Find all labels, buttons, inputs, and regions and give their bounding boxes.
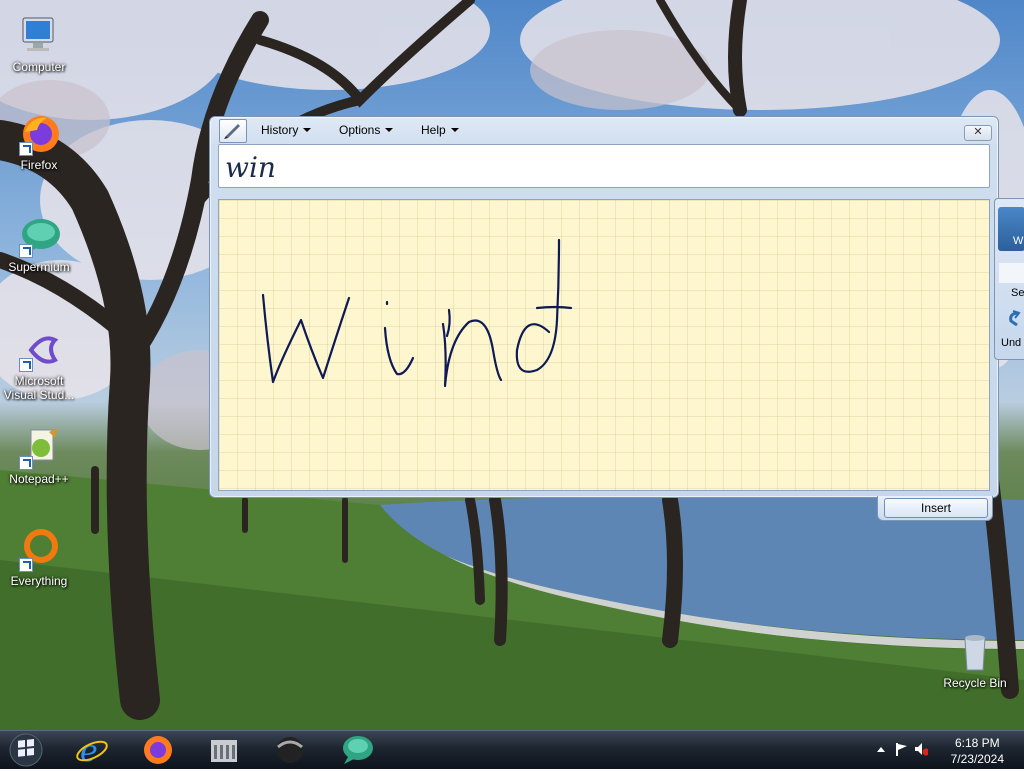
recycle-bin-icon: [953, 630, 997, 674]
writing-pad[interactable]: [218, 199, 990, 491]
volume-muted-icon[interactable]: [914, 742, 928, 756]
supermium-icon: [17, 214, 61, 258]
handwriting-ink: [261, 238, 573, 388]
desktop-icon-label: Firefox: [20, 158, 58, 172]
start-button[interactable]: [6, 732, 46, 768]
close-button[interactable]: ✕: [964, 125, 992, 141]
undo-label[interactable]: Und: [1001, 337, 1021, 349]
clock[interactable]: 6:18 PM 7/23/2024: [951, 735, 1004, 767]
internet-explorer-icon: e: [76, 734, 108, 769]
menu-history-label: History: [261, 123, 299, 137]
menu-options-label: Options: [339, 123, 381, 137]
side-blank-field: [999, 263, 1024, 283]
everything-icon: [17, 528, 61, 572]
desktop-icon-label: Computer: [12, 60, 66, 74]
insert-label: Insert: [920, 501, 951, 515]
menu-options[interactable]: Options: [335, 122, 397, 138]
svg-text:e: e: [80, 734, 98, 767]
chevron-down-icon: [303, 128, 312, 132]
action-center-flag-icon[interactable]: [894, 742, 908, 756]
input-panel-window: History Options Help ✕ win: [209, 116, 999, 498]
taskbar-supermium[interactable]: [330, 733, 382, 767]
clock-date: 7/23/2024: [950, 752, 1004, 766]
system-tray: 6:18 PM 7/23/2024: [864, 731, 1024, 769]
taskbar-firefox[interactable]: [132, 733, 184, 767]
input-panel-side-toolbar: W Se Und: [994, 198, 1024, 360]
menu-help-label: Help: [421, 123, 446, 137]
menu-help[interactable]: Help: [417, 122, 463, 138]
desktop-icon-computer[interactable]: Computer: [1, 14, 77, 74]
pen-tool-button[interactable]: [219, 119, 247, 143]
close-icon: ✕: [973, 126, 983, 138]
side-se-label[interactable]: Se: [1011, 287, 1024, 299]
insert-tab: Insert: [877, 496, 993, 521]
recognized-text-preview[interactable]: win: [218, 144, 990, 188]
pen-icon: [224, 124, 240, 139]
supermium-icon: [343, 736, 373, 764]
desktop-icon-supermium[interactable]: Supermium: [1, 214, 77, 274]
desktop-icon-everything[interactable]: Everything: [1, 528, 77, 588]
clock-time: 6:18 PM: [954, 736, 1000, 750]
desktop-icon-notepadpp[interactable]: Notepad++: [1, 426, 77, 486]
library-icon: [211, 740, 237, 762]
desktop-icon-label: Recycle Bin: [943, 676, 1007, 690]
word-mode-label: W: [1013, 235, 1024, 247]
taskbar-ie[interactable]: e: [66, 733, 118, 769]
computer-icon: [17, 14, 61, 58]
notepadpp-icon: [17, 426, 61, 470]
undo-icon[interactable]: [1005, 309, 1023, 327]
show-hidden-icons-icon[interactable]: [874, 742, 888, 756]
desktop-icon-label: Supermium: [8, 260, 70, 274]
insert-button[interactable]: Insert: [884, 498, 988, 518]
desktop-icon-visual-studio[interactable]: Microsoft Visual Stud...: [1, 328, 77, 402]
windows-logo-icon: [9, 733, 43, 767]
menu-history[interactable]: History: [257, 122, 315, 138]
desktop-icon-firefox[interactable]: Firefox: [1, 112, 77, 172]
recognized-text: win: [225, 151, 276, 184]
taskbar: e 6:18 PM 7/23/2024: [0, 730, 1024, 769]
chevron-down-icon: [385, 128, 394, 132]
visual-studio-icon: [17, 328, 61, 372]
firefox-icon: [144, 736, 172, 764]
desktop-icon-label: Microsoft Visual Stud...: [3, 374, 75, 402]
desktop-icon-label: Everything: [10, 574, 68, 588]
firefox-icon: [17, 112, 61, 156]
taskbar-media[interactable]: [264, 733, 316, 767]
taskbar-library[interactable]: [198, 733, 250, 767]
desktop-icon-label: Notepad++: [9, 472, 69, 486]
input-panel-menubar: History Options Help ✕: [210, 117, 998, 145]
media-player-icon: [277, 737, 303, 763]
desktop-icon-recycle-bin[interactable]: Recycle Bin: [937, 630, 1013, 690]
chevron-down-icon: [450, 128, 459, 132]
